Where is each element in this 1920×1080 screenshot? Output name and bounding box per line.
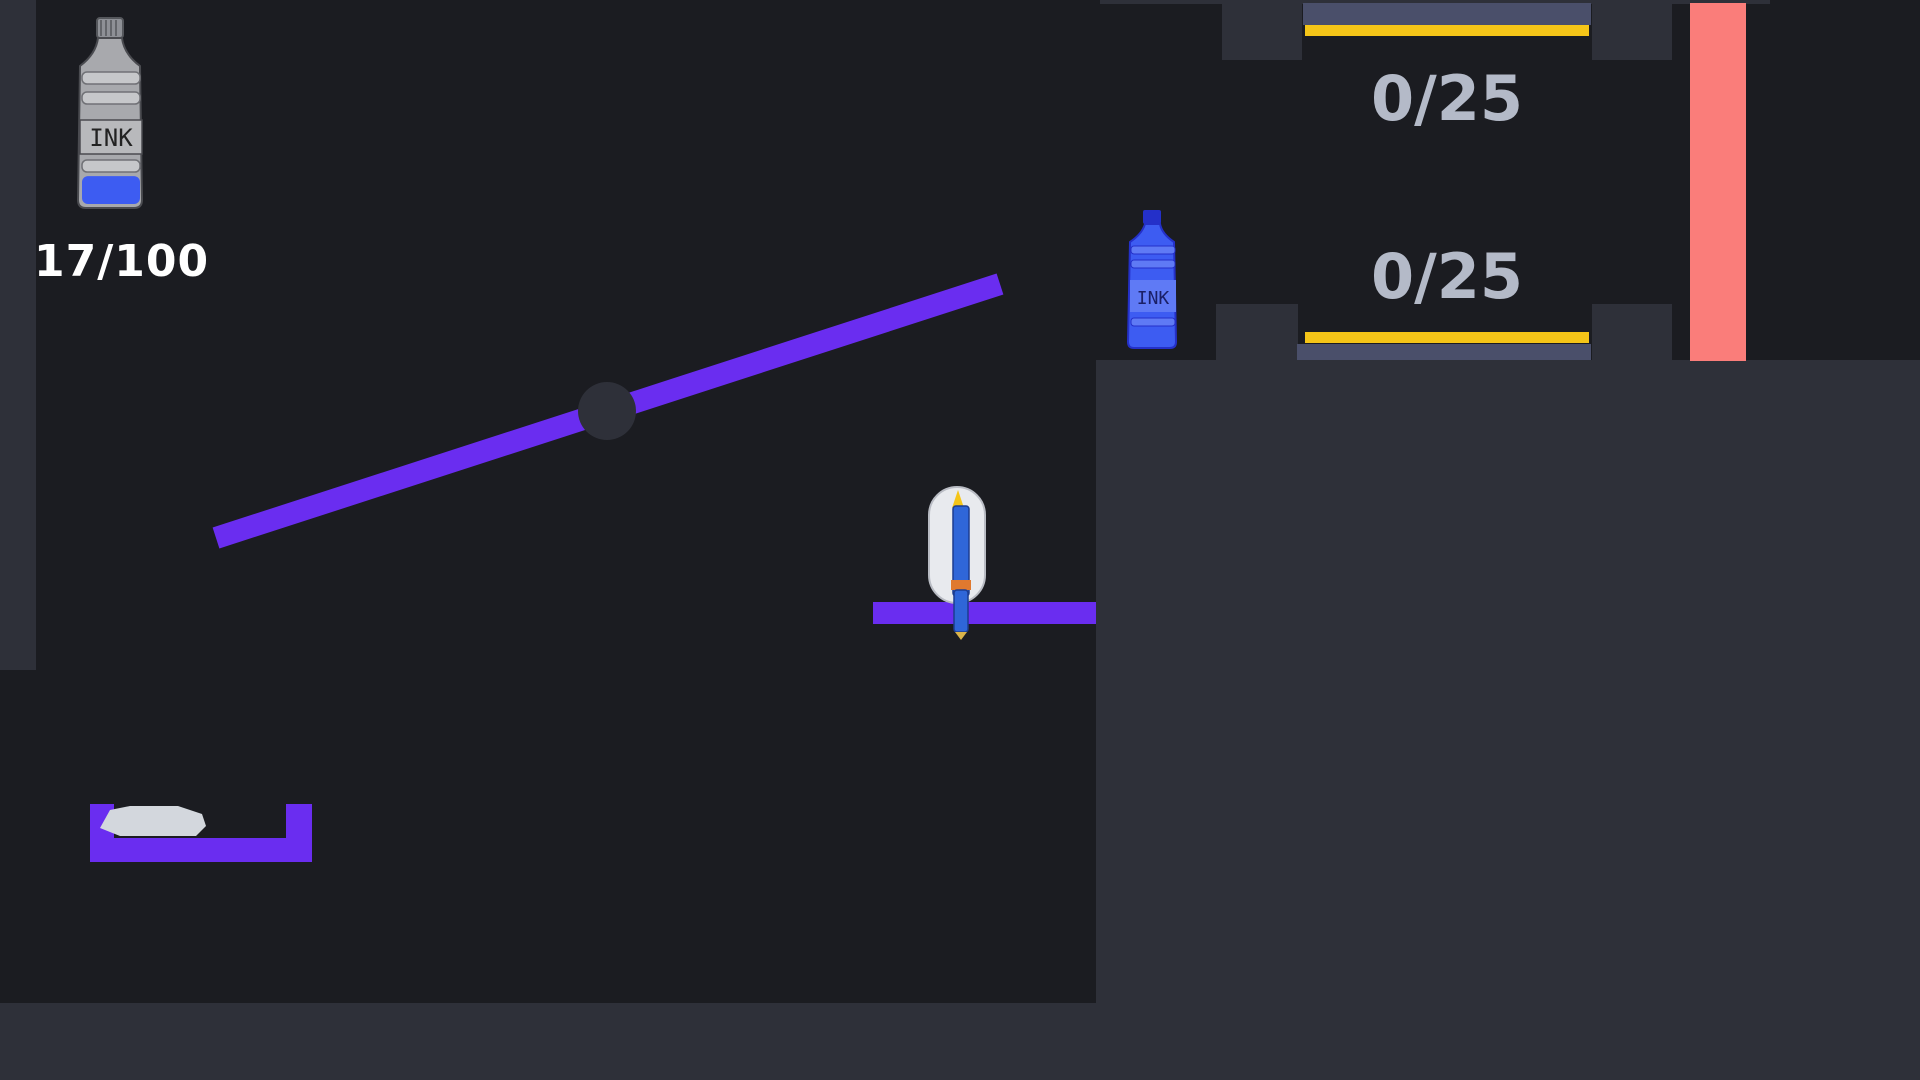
seesaw-pivot <box>578 382 636 440</box>
pen-platform <box>873 602 1096 624</box>
ink-level-fill <box>82 176 140 204</box>
game-stage[interactable]: 0/25 0/25 17/100 INK INK <box>0 0 1920 1080</box>
scene-layer: INK INK <box>76 17 1178 862</box>
pickup-bottle-label: INK <box>1137 288 1170 309</box>
pickup-ink-bottle[interactable]: INK <box>1126 210 1178 349</box>
hud-bottle-label: INK <box>89 124 133 152</box>
ink-bottle-icon: INK <box>76 17 144 209</box>
rock-icon <box>100 806 206 836</box>
